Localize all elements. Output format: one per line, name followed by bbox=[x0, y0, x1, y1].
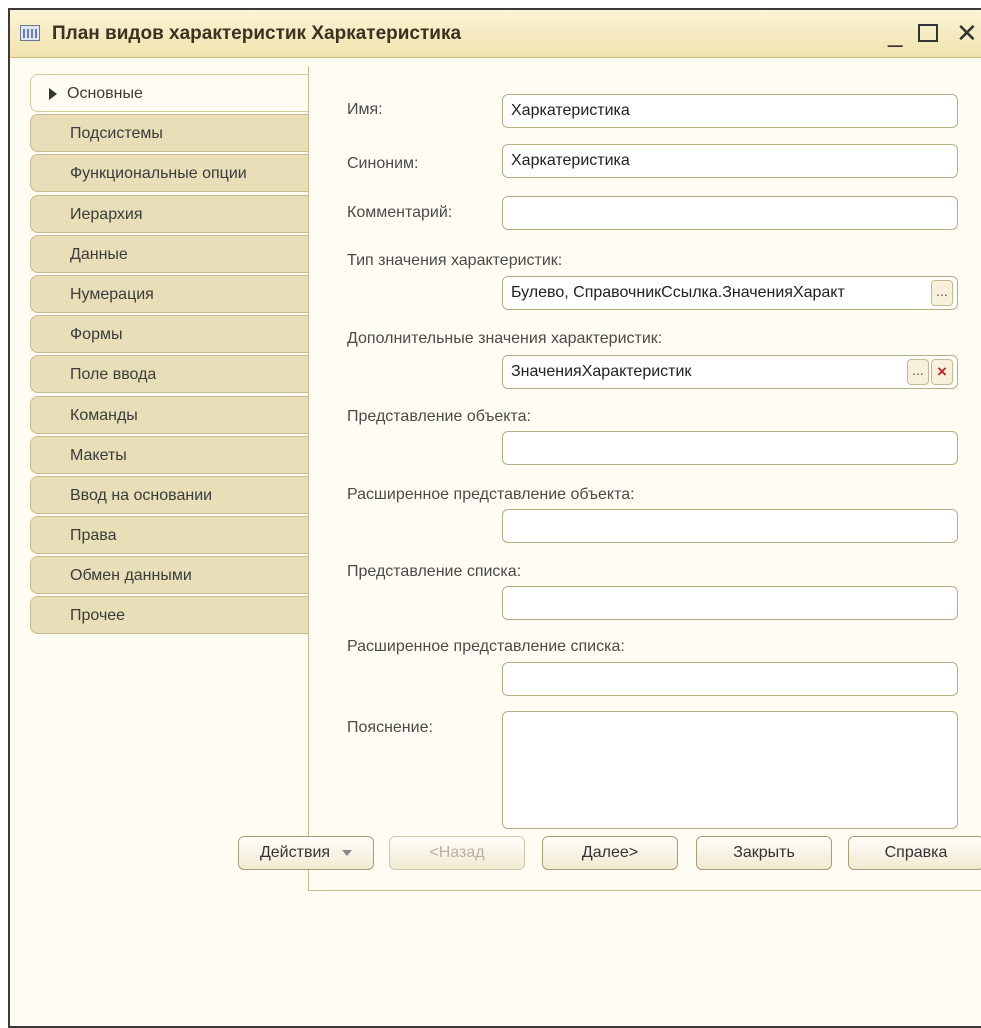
tab-data-exchange[interactable]: Обмен данными bbox=[30, 556, 308, 595]
tab-functional-options[interactable]: Функциональные опции bbox=[30, 154, 308, 193]
chevron-down-icon bbox=[342, 849, 353, 856]
close-button[interactable]: Закрыть bbox=[696, 836, 832, 870]
tab-templates[interactable]: Макеты bbox=[30, 435, 308, 474]
window: План видов характеристик Харкатеристика … bbox=[8, 8, 981, 1028]
title-bar: План видов характеристик Харкатеристика … bbox=[10, 10, 981, 58]
tab-subsystems[interactable]: Подсистемы bbox=[30, 114, 308, 153]
additional-values-select-button[interactable]: ... bbox=[907, 359, 929, 385]
extended-object-presentation-label: Расширенное представление объекта: bbox=[347, 486, 635, 503]
actions-button-label: Действия bbox=[259, 844, 331, 861]
next-button[interactable]: Далее> bbox=[542, 836, 678, 870]
window-title: План видов характеристик Харкатеристика bbox=[52, 23, 462, 44]
tab-hierarchy[interactable]: Иерархия bbox=[30, 194, 308, 233]
name-label: Имя: bbox=[347, 101, 383, 118]
value-type-select-button[interactable]: ... bbox=[931, 280, 953, 306]
extended-list-presentation-field[interactable] bbox=[502, 662, 958, 696]
extended-object-presentation-field[interactable] bbox=[502, 509, 958, 543]
additional-values-label: Дополнительные значения характеристик: bbox=[347, 330, 663, 347]
tab-input-by-basis[interactable]: Ввод на основании bbox=[30, 475, 308, 514]
tab-input-field[interactable]: Поле ввода bbox=[30, 355, 308, 394]
explanation-field[interactable] bbox=[502, 711, 958, 829]
tab-numbering[interactable]: Нумерация bbox=[30, 274, 308, 313]
comment-field[interactable] bbox=[502, 196, 958, 230]
synonym-label: Синоним: bbox=[347, 155, 419, 172]
back-button[interactable]: <Назад bbox=[389, 836, 525, 870]
content-area: Основные Подсистемы Функциональные опции… bbox=[18, 66, 981, 1016]
synonym-field[interactable]: Харкатеристика bbox=[502, 144, 958, 178]
object-presentation-label: Представление объекта: bbox=[347, 408, 531, 425]
properties-panel: Имя: Харкатеристика Синоним: Харкатерист… bbox=[308, 66, 981, 891]
tab-data[interactable]: Данные bbox=[30, 234, 308, 273]
tab-main[interactable]: Основные bbox=[30, 74, 308, 112]
tab-list: Основные Подсистемы Функциональные опции… bbox=[30, 74, 308, 637]
minimize-button[interactable]: _ bbox=[888, 20, 902, 46]
close-window-button[interactable]: ✕ bbox=[956, 20, 978, 46]
active-tab-arrow-icon bbox=[49, 88, 57, 100]
additional-values-clear-icon[interactable]: × bbox=[931, 359, 953, 385]
tab-rights[interactable]: Права bbox=[30, 516, 308, 555]
extended-list-presentation-label: Расширенное представление списка: bbox=[347, 638, 625, 655]
help-button[interactable]: Справка bbox=[848, 836, 981, 870]
list-presentation-field[interactable] bbox=[502, 586, 958, 620]
additional-values-field[interactable]: ЗначенияХарактеристик ... × bbox=[502, 355, 958, 389]
comment-label: Комментарий: bbox=[347, 204, 453, 221]
actions-button[interactable]: Действия bbox=[238, 836, 374, 870]
explanation-label: Пояснение: bbox=[347, 719, 433, 736]
object-presentation-field[interactable] bbox=[502, 431, 958, 465]
value-type-field[interactable]: Булево, СправочникСсылка.ЗначенияХаракт … bbox=[502, 276, 958, 310]
maximize-button[interactable] bbox=[918, 24, 938, 42]
list-presentation-label: Представление списка: bbox=[347, 563, 522, 580]
name-field[interactable]: Харкатеристика bbox=[502, 94, 958, 128]
tab-forms[interactable]: Формы bbox=[30, 315, 308, 354]
tab-commands[interactable]: Команды bbox=[30, 395, 308, 434]
window-icon bbox=[20, 25, 40, 41]
value-type-label: Тип значения характеристик: bbox=[347, 252, 563, 269]
value-type-text: Булево, СправочникСсылка.ЗначенияХаракт bbox=[511, 284, 845, 301]
additional-values-text: ЗначенияХарактеристик bbox=[511, 363, 692, 380]
tab-other[interactable]: Прочее bbox=[30, 596, 308, 635]
